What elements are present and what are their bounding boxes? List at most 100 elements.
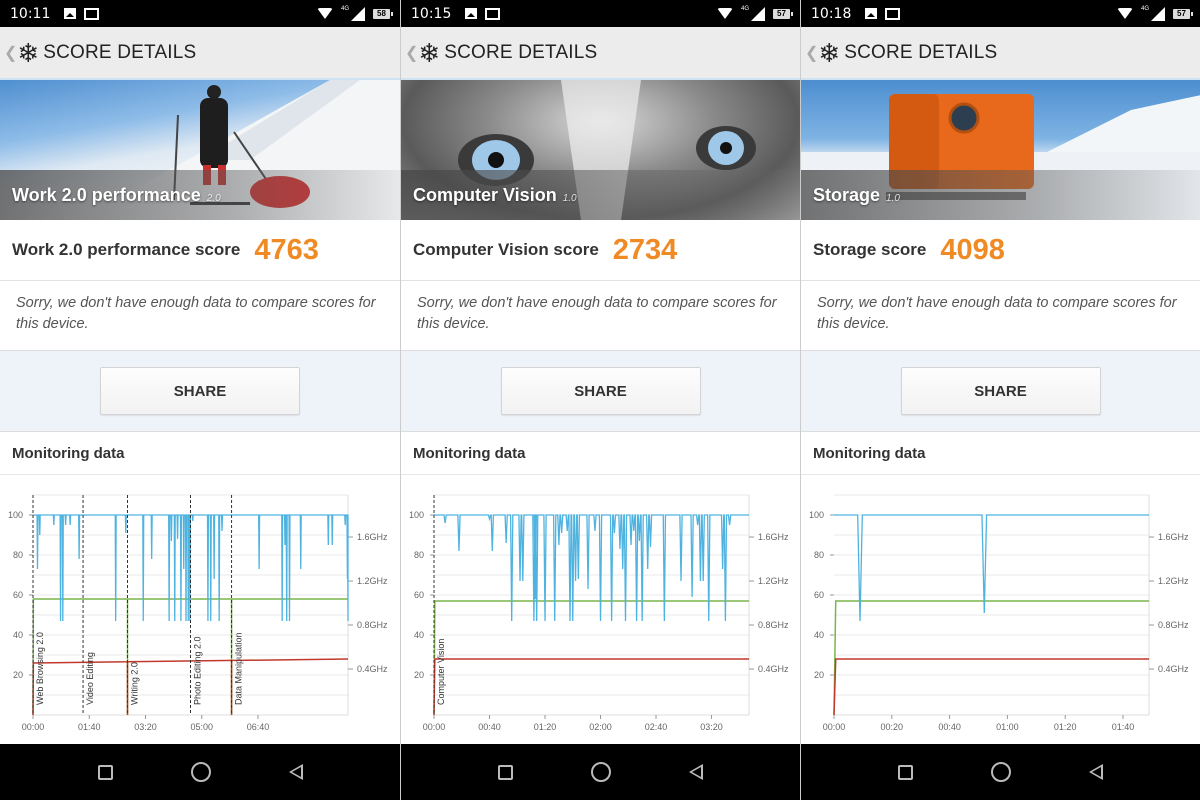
- gallery-notification-icon: [865, 8, 878, 19]
- monitoring-chart: 20 40 60 80 100 0.4GHz 0.8GHz 1.2GHz 1.6GHz 00:00…: [809, 494, 1189, 732]
- status-bar: 10:15 4G 57: [401, 0, 800, 27]
- system-nav-bar: [801, 744, 1200, 800]
- benchmark-version: 2.0: [206, 193, 221, 204]
- back-triangle-icon[interactable]: [1089, 764, 1103, 780]
- test-marker-label: Writing 2.0: [130, 662, 140, 705]
- x-tick-label: 06:40: [247, 722, 270, 732]
- score-label: Work 2.0 performance score: [12, 240, 241, 259]
- share-area: SHARE: [0, 351, 400, 431]
- page-title: SCORE DETAILS: [844, 41, 998, 63]
- mail-notification-icon: [485, 7, 501, 20]
- y-right-tick-label: 1.6GHz: [1158, 532, 1189, 542]
- wifi-icon: [316, 8, 333, 19]
- y-tick-label: 60: [13, 590, 23, 600]
- home-circle-icon[interactable]: [591, 762, 611, 782]
- y-tick-label: 60: [814, 590, 824, 600]
- x-tick-label: 01:00: [996, 722, 1019, 732]
- back-triangle-icon[interactable]: [288, 764, 303, 780]
- benchmark-hero-image: Storage 1.0: [801, 80, 1200, 220]
- share-button[interactable]: SHARE: [100, 367, 300, 415]
- monitoring-panel: Monitoring data 20 40 60 80 100 0.4GHz 0.8GHz 1…: [0, 431, 400, 744]
- y-right-tick-label: 0.8GHz: [758, 620, 789, 630]
- x-tick-label: 03:20: [700, 722, 723, 732]
- x-tick-label: 00:20: [881, 722, 904, 732]
- chevron-left-icon[interactable]: ❮: [405, 43, 418, 63]
- mail-notification-icon: [885, 7, 901, 20]
- y-right-tick-label: 1.2GHz: [1158, 576, 1189, 586]
- screen-storage: 10:18 4G 57 ❮ ❄ SCORE DETAILS Storage 1.0…: [800, 0, 1200, 800]
- recents-square-icon[interactable]: [97, 764, 113, 780]
- share-area: SHARE: [401, 351, 800, 431]
- signal-icon: [351, 6, 365, 21]
- recents-square-icon[interactable]: [898, 764, 913, 780]
- y-tick-label: 20: [13, 670, 23, 680]
- back-triangle-icon[interactable]: [689, 764, 703, 780]
- y-right-tick-label: 0.4GHz: [1158, 664, 1189, 674]
- test-marker-label: Photo Editing 2.0: [193, 636, 203, 705]
- benchmark-name: Computer Vision 1.0: [413, 185, 577, 205]
- x-tick-label: 02:40: [645, 722, 668, 732]
- app-bar: ❮ ❄ SCORE DETAILS: [801, 27, 1200, 80]
- x-tick-label: 05:00: [190, 722, 213, 732]
- status-bar: 10:11 4G 58: [0, 0, 400, 27]
- x-tick-label: 02:00: [589, 722, 612, 732]
- status-time: 10:18: [811, 5, 852, 22]
- x-tick-label: 00:00: [423, 722, 446, 732]
- network-type: 4G: [740, 5, 749, 12]
- share-button[interactable]: SHARE: [500, 367, 701, 415]
- score-value: 2734: [612, 233, 678, 266]
- signal-icon: [751, 6, 765, 21]
- test-marker-label: Data Manipulation: [234, 632, 244, 705]
- y-tick-label: 20: [814, 670, 824, 680]
- page-title: SCORE DETAILS: [43, 41, 197, 63]
- signal-icon: [1151, 6, 1165, 21]
- wifi-icon: [716, 8, 733, 19]
- x-tick-label: 03:20: [134, 722, 157, 732]
- snowflake-icon[interactable]: ❄: [818, 40, 840, 66]
- chevron-left-icon[interactable]: ❮: [4, 43, 17, 63]
- score-label: Storage score: [813, 240, 927, 259]
- y-right-tick-label: 0.4GHz: [758, 664, 789, 674]
- x-tick-label: 01:40: [78, 722, 101, 732]
- y-tick-label: 100: [809, 510, 824, 520]
- battery-icon: 57: [1173, 8, 1193, 19]
- share-button[interactable]: SHARE: [900, 367, 1101, 415]
- home-circle-icon[interactable]: [991, 762, 1011, 782]
- score-row: Work 2.0 performance score 4763: [0, 220, 400, 281]
- y-right-tick-label: 0.4GHz: [357, 664, 388, 674]
- y-right-tick-label: 1.2GHz: [357, 576, 388, 586]
- x-tick-label: 00:00: [823, 722, 846, 732]
- compare-message: Sorry, we don't have enough data to comp…: [801, 281, 1200, 351]
- x-tick-label: 01:20: [534, 722, 557, 732]
- monitoring-title: Monitoring data: [801, 432, 1200, 475]
- app-bar: ❮ ❄ SCORE DETAILS: [0, 27, 400, 80]
- screen-computer-vision: 10:15 4G 57 ❮ ❄ SCORE DETAILS Computer V…: [400, 0, 800, 800]
- page-title: SCORE DETAILS: [444, 41, 598, 63]
- status-bar: 10:18 4G 57: [801, 0, 1200, 27]
- benchmark-hero-image: Computer Vision 1.0: [401, 80, 800, 220]
- monitoring-panel: Monitoring data 20 40 60 80 100 0.4GHz 0.8GHz 1…: [801, 431, 1200, 744]
- system-nav-bar: [401, 744, 800, 800]
- monitoring-title: Monitoring data: [401, 432, 800, 475]
- temperature-line: [433, 600, 749, 716]
- battery-icon: 58: [373, 8, 393, 19]
- snowflake-icon[interactable]: ❄: [418, 40, 440, 66]
- share-area: SHARE: [801, 351, 1200, 431]
- monitoring-chart: 20 40 60 80 100 0.4GHz 0.8GHz 1.2GHz 1.6GHz 00:00…: [409, 494, 789, 732]
- monitoring-title: Monitoring data: [0, 432, 400, 475]
- y-tick-label: 20: [414, 670, 424, 680]
- screens: 10:11 4G 58 ❮ ❄ SCORE DETAILS Work 2.0 p…: [0, 0, 1200, 800]
- y-tick-label: 60: [414, 590, 424, 600]
- snowflake-icon[interactable]: ❄: [17, 40, 39, 66]
- recents-square-icon[interactable]: [498, 764, 513, 780]
- monitoring-chart: 20 40 60 80 100 0.4GHz 0.8GHz 1.2GHz 1.6GHz 00:00…: [8, 494, 388, 732]
- home-circle-icon[interactable]: [190, 762, 211, 782]
- score-value: 4763: [254, 233, 319, 266]
- network-type: 4G: [340, 5, 349, 12]
- x-tick-label: 00:40: [478, 722, 501, 732]
- score-label: Computer Vision score: [413, 240, 599, 259]
- x-tick-label: 00:00: [22, 722, 45, 732]
- test-marker-label: Video Editing: [85, 652, 95, 705]
- chevron-left-icon[interactable]: ❮: [805, 43, 818, 63]
- gallery-notification-icon: [465, 8, 478, 19]
